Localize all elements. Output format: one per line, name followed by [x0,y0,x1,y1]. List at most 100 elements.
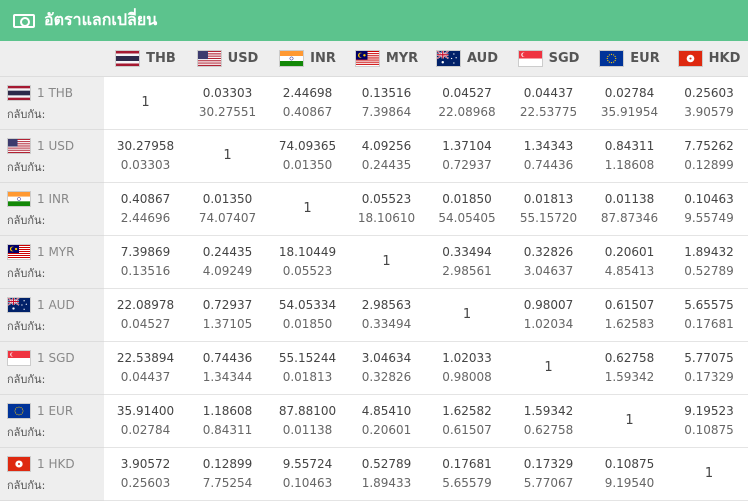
inverse-rate-value: 54.05405 [438,210,496,225]
column-header-label: MYR [385,50,419,66]
rate-cell: 0.20601 4.85413 [589,235,670,289]
rate-cell: 18.10449 0.05523 [268,235,347,289]
inverse-rate-value: 87.87346 [600,210,659,225]
inverse-label: กลับกัน: [7,213,46,227]
rate-value: 0.32826 [523,244,574,259]
rate-cell: 3.04634 0.32826 [347,341,426,395]
inverse-rate-value: 7.39864 [361,104,412,119]
inverse-rate-value: 18.10610 [357,210,416,225]
flag-thb-icon [115,49,141,67]
rate-cell-self: 1 [104,76,187,130]
rate-cell: 74.09365 0.01350 [268,129,347,183]
rate-value: 0.25603 [684,85,734,100]
rate-cell: 0.01813 55.15720 [508,182,589,236]
corner-cell [0,41,104,77]
inverse-rate-value: 0.25603 [120,475,171,490]
rate-value: 4.85410 [361,403,412,418]
rate-cell: 1.02033 0.98008 [426,341,508,395]
rate-cell: 4.09256 0.24435 [347,129,426,183]
row-header-top: 1 HKD [7,455,104,474]
table-row: 1 USD กลับกัน: 30.27958 0.03303 1 74.09365 0.… [0,129,748,183]
rate-cell: 0.17329 5.77067 [508,447,589,501]
rate-cell: 1.62582 0.61507 [426,394,508,448]
rate-value: 0.40867 [120,191,171,206]
row-header-aud: 1 AUD กลับกัน: [0,288,104,342]
rate-cell: 0.02784 35.91954 [589,76,670,130]
rate-cell: 22.08978 0.04527 [104,288,187,342]
column-header-inr: INR [268,41,347,77]
rate-value: 0.24435 [202,244,253,259]
rate-cell: 87.88100 0.01138 [268,394,347,448]
rate-value: 7.75262 [684,138,734,153]
rate-value: 30.27958 [116,138,175,153]
inverse-rate-value: 4.09249 [202,263,253,278]
inverse-rate-value: 1.37105 [202,316,253,331]
inverse-label: กลับกัน: [7,107,46,121]
row-header-hkd: 1 HKD กลับกัน: [0,447,104,501]
column-header-inner: INR [268,49,347,67]
inverse-rate-value: 9.19540 [604,475,655,490]
rate-value: 0.10463 [684,191,734,206]
inverse-label: กลับกัน: [7,478,46,492]
rate-value: 0.04437 [523,85,574,100]
row-label: 1 THB [37,85,74,100]
page-title: อัตราแลกเปลี่ยน [44,10,158,29]
rate-cell-self: 1 [589,394,670,448]
rate-value: 74.09365 [278,138,337,153]
inverse-label: กลับกัน: [7,425,46,439]
rate-cell: 5.77075 0.17329 [670,341,748,395]
row-label: 1 INR [37,191,70,206]
rate-value: 2.98563 [361,297,412,312]
inverse-rate-value: 0.01138 [282,422,333,437]
rate-cell: 2.98563 0.33494 [347,288,426,342]
rate-value: 0.74436 [202,350,253,365]
rate-cell: 0.32826 3.04637 [508,235,589,289]
rate-value: 0.01813 [523,191,574,206]
rate-cell: 0.61507 1.62583 [589,288,670,342]
rate-value: 4.09256 [361,138,412,153]
column-header-label: SGD [548,50,580,66]
inverse-rate-value: 1.34344 [202,369,253,384]
rate-value: 2.44698 [282,85,333,100]
inverse-label: กลับกัน: [7,266,46,280]
inverse-rate-value: 3.90579 [684,104,734,119]
rate-value: 5.65575 [684,297,734,312]
rate-cell: 9.19523 0.10875 [670,394,748,448]
row-header-usd: 1 USD กลับกัน: [0,129,104,183]
inverse-rate-value: 2.44696 [120,210,171,225]
rate-value: 0.01350 [202,191,253,206]
inverse-rate-value: 0.02784 [120,422,171,437]
rate-cell: 0.04437 22.53775 [508,76,589,130]
rate-cell: 0.01138 87.87346 [589,182,670,236]
rate-value: 22.08978 [116,297,175,312]
rate-value: 55.15244 [278,350,337,365]
exchange-rate-table: THB USD INR MYR AUD SGD EUR HKD 1 THB กล… [0,41,748,501]
inverse-rate-value: 0.05523 [282,263,333,278]
rate-cell: 0.04527 22.08968 [426,76,508,130]
inverse-rate-value: 0.12899 [684,157,734,172]
inverse-rate-value: 0.98008 [442,369,492,384]
inverse-rate-value: 0.13516 [120,263,171,278]
rate-cell: 0.17681 5.65579 [426,447,508,501]
row-label: 1 MYR [37,244,75,259]
rate-value: 0.33494 [442,244,492,259]
rate-value: 0.02784 [604,85,655,100]
flag-inr-icon [7,191,31,207]
column-header-myr: MYR [347,41,426,77]
rate-cell: 7.75262 0.12899 [670,129,748,183]
inverse-rate-value: 0.40867 [282,104,333,119]
inverse-rate-value: 0.10463 [282,475,333,490]
rate-cell: 3.90572 0.25603 [104,447,187,501]
inverse-rate-value: 0.01850 [282,316,333,331]
row-header-eur: 1 EUR กลับกัน: [0,394,104,448]
table-row: 1 MYR กลับกัน: 7.39869 0.13516 0.24435 4.092… [0,235,748,289]
column-header-usd: USD [187,41,268,77]
column-header-hkd: HKD [670,41,748,77]
column-header-inner: MYR [347,49,426,67]
row-header-top: 1 INR [7,190,104,209]
inverse-label: กลับกัน: [7,372,46,386]
rate-cell-self: 1 [187,129,268,183]
inverse-rate-value: 4.85413 [604,263,655,278]
row-label: 1 HKD [37,456,75,471]
inverse-rate-value: 0.10875 [684,422,734,437]
